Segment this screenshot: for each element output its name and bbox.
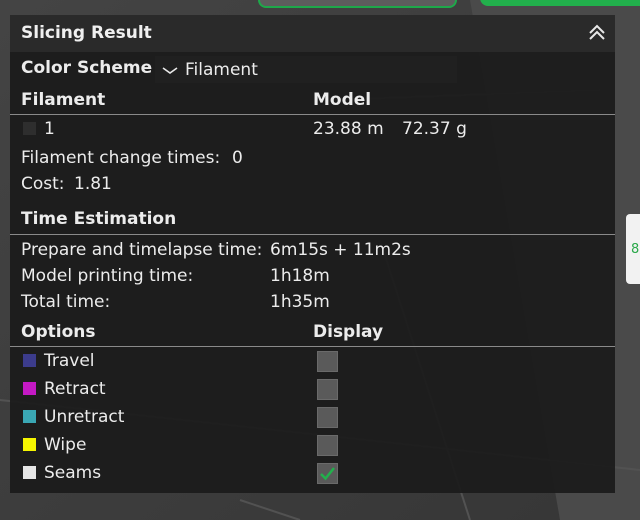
retract-color-swatch <box>23 382 36 395</box>
option-travel-checkbox[interactable] <box>317 351 338 372</box>
toolbar-tab-left[interactable] <box>258 0 457 8</box>
cost-value: 1.81 <box>74 174 112 194</box>
unretract-color-swatch <box>23 410 36 423</box>
filament-length: 23.88 m <box>313 119 384 139</box>
filament-change-value: 0 <box>232 148 243 168</box>
option-travel-label: Travel <box>44 351 95 371</box>
prepare-time-value: 6m15s + 11m2s <box>270 240 411 260</box>
travel-color-swatch <box>23 354 36 367</box>
checkmark-icon <box>320 467 335 481</box>
divider <box>10 114 615 115</box>
slicing-result-panel: Slicing Result Color Scheme Filament Fil… <box>10 15 615 493</box>
total-time-label: Total time: <box>21 292 111 312</box>
prepare-time-label: Prepare and timelapse time: <box>21 240 263 260</box>
filament-id: 1 <box>44 119 55 139</box>
toolbar-tab-right[interactable] <box>480 0 640 6</box>
model-printing-time-value: 1h18m <box>270 266 330 286</box>
side-tab[interactable]: 8 <box>626 214 640 284</box>
divider <box>10 234 615 235</box>
color-scheme-dropdown[interactable]: Filament <box>155 56 457 83</box>
time-estimation-header: Time Estimation <box>21 209 177 229</box>
filament-header: Filament <box>21 90 106 110</box>
filament-change-label: Filament change times: <box>21 148 221 168</box>
option-unretract-label: Unretract <box>44 407 125 427</box>
side-tab-label: 8 <box>631 241 640 257</box>
panel-title: Slicing Result <box>21 23 152 43</box>
color-scheme-label: Color Scheme <box>21 58 153 78</box>
option-seams-checkbox[interactable] <box>317 463 338 484</box>
divider <box>10 346 615 347</box>
seams-color-swatch <box>23 466 36 479</box>
collapse-chevron-icon[interactable] <box>587 23 607 43</box>
option-unretract-checkbox[interactable] <box>317 407 338 428</box>
chevron-down-icon <box>162 66 178 74</box>
option-wipe-label: Wipe <box>44 435 87 455</box>
option-seams-label: Seams <box>44 463 102 483</box>
option-retract-checkbox[interactable] <box>317 379 338 400</box>
options-header: Options <box>21 322 96 342</box>
option-wipe-checkbox[interactable] <box>317 435 338 456</box>
model-header: Model <box>313 90 372 110</box>
filament-color-swatch <box>23 122 36 135</box>
filament-weight: 72.37 g <box>402 119 467 139</box>
model-printing-time-label: Model printing time: <box>21 266 194 286</box>
cost-label: Cost: <box>21 174 65 194</box>
color-scheme-value: Filament <box>185 59 258 80</box>
wipe-color-swatch <box>23 438 36 451</box>
panel-titlebar: Slicing Result <box>10 15 615 52</box>
display-header: Display <box>313 322 384 342</box>
option-retract-label: Retract <box>44 379 106 399</box>
total-time-value: 1h35m <box>270 292 330 312</box>
